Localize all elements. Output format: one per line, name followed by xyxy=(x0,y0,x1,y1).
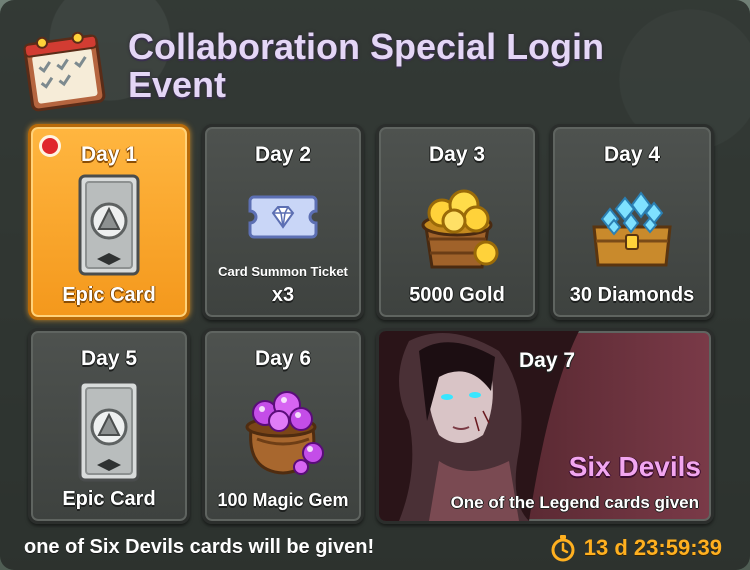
day-label: Day 2 xyxy=(254,143,312,166)
login-event-panel: Collaboration Special Login Event Day 1 … xyxy=(0,0,750,570)
day-label: Day 1 xyxy=(80,143,138,166)
day-card-3[interactable]: Day 3 5000 Gold xyxy=(376,124,538,320)
day-card-1[interactable]: Day 1 Epic Card xyxy=(28,124,190,320)
gold-bucket-icon xyxy=(421,189,499,269)
day-card-2[interactable]: Day 2 Card Summon Ticket x3 xyxy=(202,124,364,320)
magic-gem-bag-icon xyxy=(245,391,324,475)
reward-label: 100 Magic Gem xyxy=(217,490,349,510)
day-card-4[interactable]: Day 4 30 Diamonds xyxy=(550,124,714,320)
day-label: Day 7 xyxy=(519,349,576,372)
reward-label: 5000 Gold xyxy=(409,284,505,306)
reward-label: Epic Card xyxy=(62,488,156,510)
stopwatch-icon xyxy=(551,535,575,562)
reward-label: One of the Legend cards given xyxy=(450,493,699,512)
reward-sub-label: Card Summon Ticket xyxy=(218,264,348,279)
day-label: Day 6 xyxy=(254,347,312,370)
timer-text: 13 d 23:59:39 xyxy=(583,535,722,560)
day-label: Day 4 xyxy=(603,143,661,166)
footer-note: one of Six Devils cards will be given! xyxy=(24,536,375,558)
event-timer: 13 d 23:59:39 xyxy=(550,534,722,562)
summon-ticket-icon xyxy=(248,195,318,239)
event-title-line-1: Collaboration Special Login xyxy=(128,26,605,67)
diamond-chest-icon xyxy=(592,191,672,267)
day-card-5[interactable]: Day 5 Epic Card xyxy=(28,328,190,524)
epic-card-icon xyxy=(78,380,140,482)
day-card-6[interactable]: Day 6 100 Magic Gem xyxy=(202,328,364,524)
reward-label: 30 Diamonds xyxy=(569,284,695,306)
day-label: Day 3 xyxy=(428,143,486,166)
event-title: Collaboration Special Login Event xyxy=(128,28,688,104)
epic-card-icon xyxy=(78,174,140,276)
reward-label: x3 xyxy=(271,284,295,306)
event-title-line-2: Event xyxy=(128,64,227,105)
calendar-icon xyxy=(23,31,106,112)
day-label: Day 5 xyxy=(80,347,138,370)
reward-label: Epic Card xyxy=(62,284,156,306)
reward-title: Six Devils xyxy=(568,451,701,482)
day-card-7[interactable]: Day 7 Six Devils One of the Legend cards… xyxy=(376,328,714,524)
